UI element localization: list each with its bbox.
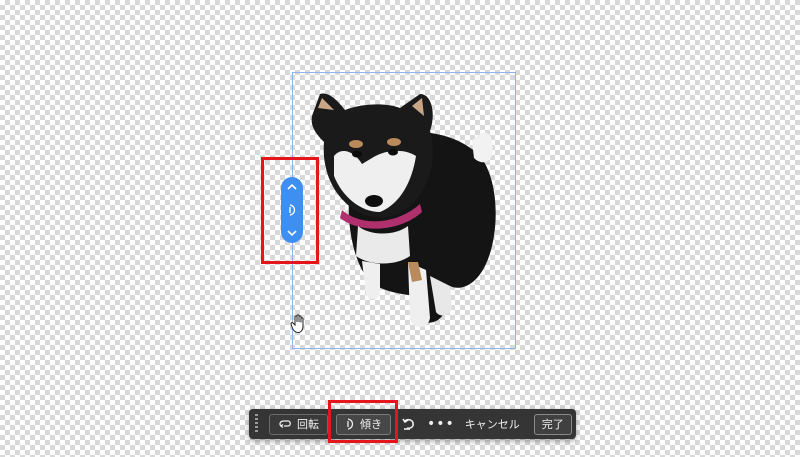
rotate-label: 回転 [297,418,319,431]
tilt-icon [347,418,354,430]
more-options-button[interactable]: ••• [427,417,455,431]
tilt-handle[interactable] [281,177,303,243]
hand-cursor-icon [290,314,304,334]
chevron-down-icon[interactable] [287,229,297,237]
canvas[interactable]: 回転 傾き ••• キャンセル 完了 [0,0,800,457]
tilt-button[interactable]: 傾き [336,413,391,435]
done-button[interactable]: 完了 [533,413,572,435]
reset-rotate-button[interactable] [399,414,417,434]
contextual-task-bar: 回転 傾き ••• キャンセル 完了 [249,409,576,439]
reset-rotate-icon [402,418,414,430]
drag-grip-handle[interactable] [253,414,259,434]
tilt-icon [289,204,296,216]
chevron-up-icon[interactable] [287,183,297,191]
rotate-icon [279,420,291,429]
rotate-button[interactable]: 回転 [269,413,328,435]
tilt-label: 傾き [360,418,382,431]
dog-image [311,93,496,327]
done-label: 完了 [541,418,564,431]
cancel-button[interactable]: キャンセル [465,416,520,432]
